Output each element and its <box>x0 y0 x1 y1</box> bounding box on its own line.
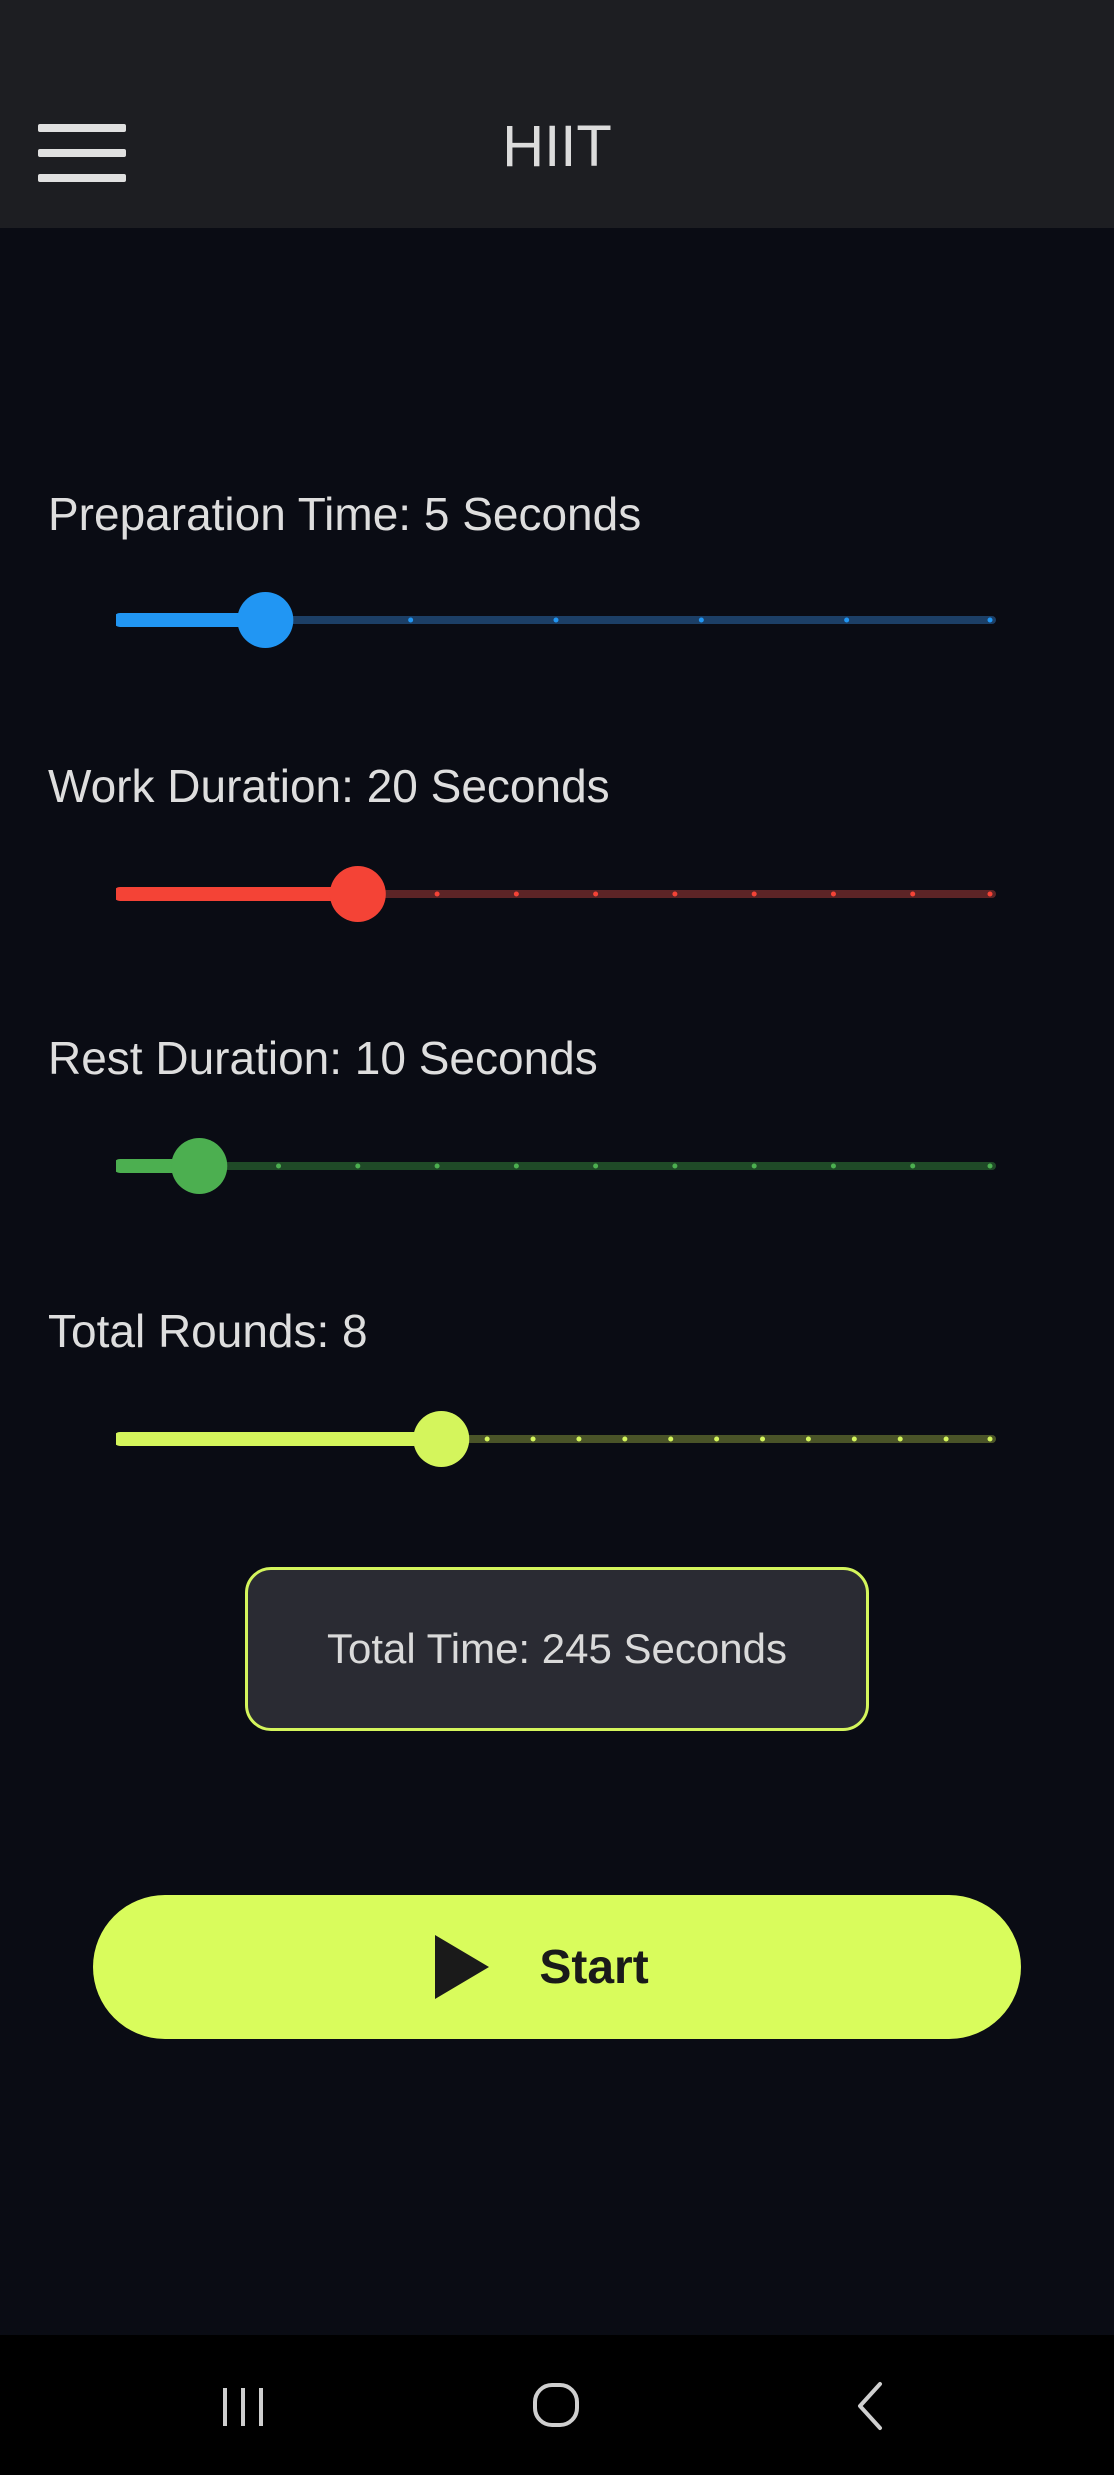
home-icon[interactable] <box>515 2370 595 2440</box>
back-icon[interactable] <box>828 2370 908 2440</box>
slider-tick <box>987 617 993 623</box>
preparation-time-label: Preparation Time: 5 Seconds <box>48 488 642 540</box>
recent-apps-icon[interactable] <box>203 2370 283 2440</box>
slider-thumb[interactable] <box>413 1411 470 1467</box>
status-bar <box>0 0 1114 90</box>
slider-tick <box>751 1163 757 1169</box>
total-rounds-slider[interactable] <box>116 1409 996 1469</box>
slider-tick <box>484 1436 490 1442</box>
total-time-text: Total Time: 245 Seconds <box>327 1625 787 1672</box>
rest-duration-label: Rest Duration: 10 Seconds <box>48 1032 598 1084</box>
slider-tick <box>897 1436 903 1442</box>
slider-tick <box>530 1436 536 1442</box>
slider-tick <box>672 1163 678 1169</box>
slider-tick <box>714 1436 720 1442</box>
slider-tick <box>593 891 599 897</box>
slider-tick <box>553 617 559 623</box>
slider-tick <box>355 1163 361 1169</box>
slider-tick <box>943 1436 949 1442</box>
play-icon <box>435 1935 490 1999</box>
slider-tick <box>830 891 836 897</box>
start-button[interactable]: Start <box>93 1895 1021 2039</box>
slider-tick <box>513 891 519 897</box>
slider-tick <box>276 1163 282 1169</box>
slider-tick <box>910 891 916 897</box>
slider-tick <box>805 1436 811 1442</box>
slider-tick <box>593 1163 599 1169</box>
rest-duration-slider[interactable] <box>116 1136 996 1196</box>
slider-tick <box>987 891 993 897</box>
slider-tick <box>408 617 414 623</box>
slider-tick <box>830 1163 836 1169</box>
slider-tick <box>672 891 678 897</box>
work-duration-slider[interactable] <box>116 864 996 924</box>
start-button-label: Start <box>539 1940 649 1994</box>
slider-tick <box>987 1163 993 1169</box>
page-title: HIIT <box>502 114 612 179</box>
slider-tick <box>910 1163 916 1169</box>
total-time-card: Total Time: 245 Seconds <box>245 1567 869 1731</box>
slider-tick <box>851 1436 857 1442</box>
slider-tick <box>622 1436 628 1442</box>
slider-thumb[interactable] <box>329 866 386 922</box>
slider-tick <box>987 1436 993 1442</box>
preparation-time-slider[interactable] <box>116 590 996 650</box>
work-duration-label: Work Duration: 20 Seconds <box>48 760 610 812</box>
slider-tick <box>760 1436 766 1442</box>
slider-tick <box>434 1163 440 1169</box>
total-rounds-label: Total Rounds: 8 <box>48 1305 368 1357</box>
slider-tick <box>751 891 757 897</box>
slider-tick <box>844 617 850 623</box>
slider-tick <box>698 617 704 623</box>
slider-thumb[interactable] <box>171 1138 228 1194</box>
slider-tick <box>576 1436 582 1442</box>
slider-tick <box>513 1163 519 1169</box>
slider-thumb[interactable] <box>237 592 294 648</box>
slider-tick <box>668 1436 674 1442</box>
slider-tick <box>434 891 440 897</box>
